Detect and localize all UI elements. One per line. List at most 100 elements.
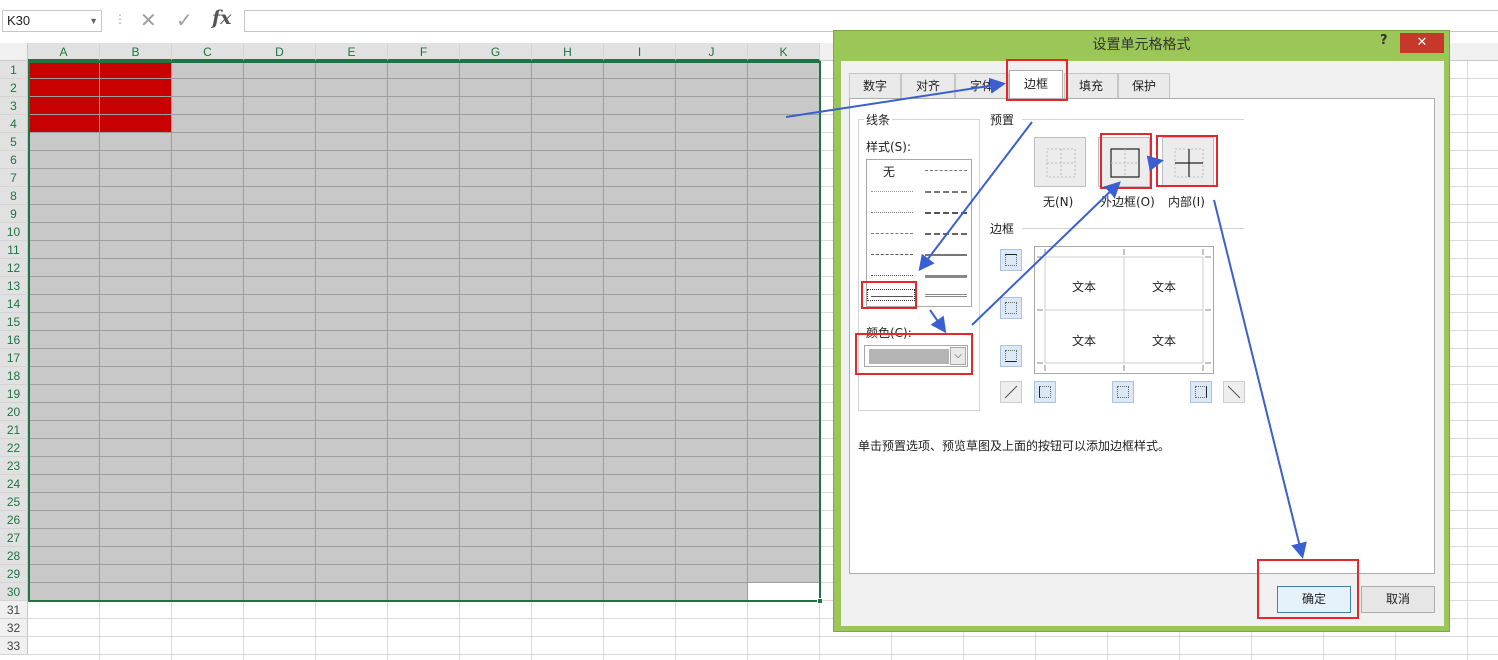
column-header[interactable]: I [604, 43, 676, 61]
row-header[interactable]: 6 [0, 151, 28, 169]
help-icon[interactable]: ? [1380, 33, 1388, 48]
column-header[interactable]: A [28, 43, 100, 61]
chevron-down-icon[interactable]: ▼ [89, 11, 98, 31]
row-header[interactable]: 30 [0, 583, 28, 601]
row-header[interactable]: 31 [0, 601, 28, 619]
column-header[interactable]: H [532, 43, 604, 61]
name-box-value: K30 [7, 13, 31, 28]
border-right-button[interactable] [1190, 381, 1212, 403]
tab-border[interactable]: 边框 [1009, 70, 1063, 99]
row-header[interactable]: 2 [0, 79, 28, 97]
border-bottom-button[interactable] [1000, 345, 1022, 367]
tab-number[interactable]: 数字 [849, 73, 901, 98]
column-header[interactable]: C [172, 43, 244, 61]
select-all-corner[interactable] [0, 43, 28, 61]
border-diagonal-up-button[interactable] [1000, 381, 1022, 403]
tab-font[interactable]: 字体 [955, 73, 1009, 98]
row-header[interactable]: 1 [0, 61, 28, 79]
row-header[interactable]: 18 [0, 367, 28, 385]
row-header[interactable]: 32 [0, 619, 28, 637]
row-header[interactable]: 20 [0, 403, 28, 421]
row-header[interactable]: 5 [0, 133, 28, 151]
row-header[interactable]: 13 [0, 277, 28, 295]
row-header[interactable]: 23 [0, 457, 28, 475]
row-header[interactable]: 28 [0, 547, 28, 565]
close-icon[interactable]: ✕ [1400, 33, 1444, 53]
fill-handle[interactable] [817, 598, 823, 604]
preset-none-button[interactable] [1034, 137, 1086, 187]
diagonal-down-icon [1227, 385, 1241, 399]
border-middle-vertical-button[interactable] [1112, 381, 1134, 403]
border-separator [1022, 228, 1244, 229]
row-header[interactable]: 11 [0, 241, 28, 259]
line-style-medium-dash-dot-dot[interactable] [925, 170, 967, 171]
formula-input[interactable] [244, 10, 1498, 32]
column-header[interactable]: K [748, 43, 820, 61]
line-style-thick[interactable] [925, 275, 967, 278]
line-style-dotted[interactable] [871, 212, 913, 213]
line-style-medium[interactable] [925, 254, 967, 256]
color-label: 颜色(C): [866, 326, 912, 340]
row-header[interactable]: 9 [0, 205, 28, 223]
hint-text: 单击预置选项、预览草图及上面的按钮可以添加边框样式。 [858, 439, 1171, 453]
row-header[interactable]: 4 [0, 115, 28, 133]
line-style-none[interactable]: 无 [883, 163, 895, 180]
line-style-dash-dot-dot[interactable] [871, 233, 913, 234]
ok-button[interactable]: 确定 [1277, 586, 1351, 613]
line-style-list[interactable]: 无 [866, 159, 972, 307]
border-middle-horizontal-button[interactable] [1000, 297, 1022, 319]
row-header[interactable]: 12 [0, 259, 28, 277]
cancel-button[interactable]: 取消 [1361, 586, 1435, 613]
border-left-button[interactable] [1034, 381, 1056, 403]
row-header[interactable]: 17 [0, 349, 28, 367]
column-header[interactable]: G [460, 43, 532, 61]
border-top-button[interactable] [1000, 249, 1022, 271]
column-header[interactable]: J [676, 43, 748, 61]
line-style-medium-dash-dot[interactable] [925, 212, 967, 214]
enter-icon[interactable]: ✓ [176, 8, 193, 32]
border-diagonal-down-button[interactable] [1223, 381, 1245, 403]
row-header[interactable]: 15 [0, 313, 28, 331]
line-style-slant-dash-dot[interactable] [925, 191, 967, 193]
tab-alignment[interactable]: 对齐 [901, 73, 955, 98]
column-header[interactable]: F [388, 43, 460, 61]
row-header[interactable]: 7 [0, 169, 28, 187]
row-header[interactable]: 22 [0, 439, 28, 457]
line-style-dashed[interactable] [871, 275, 913, 276]
tab-fill[interactable]: 填充 [1064, 73, 1118, 98]
preset-inside-button[interactable] [1162, 137, 1214, 187]
preset-outline-button[interactable] [1098, 137, 1150, 187]
cancel-icon[interactable]: ✕ [140, 8, 157, 32]
row-header[interactable]: 21 [0, 421, 28, 439]
row-header[interactable]: 26 [0, 511, 28, 529]
row-header[interactable]: 24 [0, 475, 28, 493]
chevron-down-icon[interactable]: ⌵ [950, 347, 966, 365]
row-header[interactable]: 8 [0, 187, 28, 205]
color-swatch [869, 349, 949, 364]
row-header[interactable]: 33 [0, 637, 28, 655]
color-dropdown[interactable]: ⌵ [864, 345, 968, 367]
row-header[interactable]: 25 [0, 493, 28, 511]
line-style-double[interactable] [925, 294, 967, 297]
style-label: 样式(S): [866, 140, 912, 154]
row-header[interactable]: 16 [0, 331, 28, 349]
column-header[interactable]: B [100, 43, 172, 61]
line-style-hairline[interactable] [871, 191, 913, 192]
row-header[interactable]: 27 [0, 529, 28, 547]
diagonal-up-icon [1004, 385, 1018, 399]
preset-outline-label: 外边框(O) [1100, 195, 1155, 209]
name-box[interactable]: K30 ▼ [2, 10, 102, 32]
border-preview[interactable]: 文本 文本 文本 文本 [1034, 246, 1214, 374]
preview-text: 文本 [1152, 280, 1177, 294]
tab-protection[interactable]: 保护 [1118, 73, 1170, 98]
row-header[interactable]: 3 [0, 97, 28, 115]
column-header[interactable]: D [244, 43, 316, 61]
column-header[interactable]: E [316, 43, 388, 61]
insert-function-icon[interactable]: fx [212, 7, 232, 29]
line-style-medium-dashed[interactable] [925, 233, 967, 235]
row-header[interactable]: 19 [0, 385, 28, 403]
line-style-dash-dot[interactable] [871, 254, 913, 255]
row-header[interactable]: 29 [0, 565, 28, 583]
row-header[interactable]: 10 [0, 223, 28, 241]
row-header[interactable]: 14 [0, 295, 28, 313]
